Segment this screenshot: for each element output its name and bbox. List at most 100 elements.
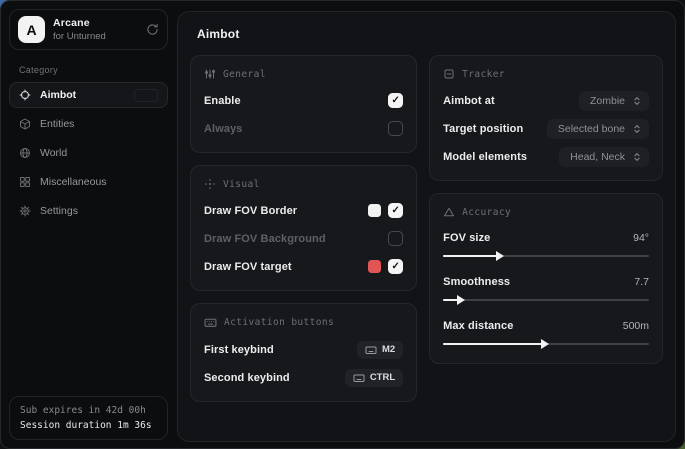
smoothness-value: 7.7 [634, 276, 649, 288]
gear-icon [19, 205, 31, 217]
card-title: General [223, 69, 266, 80]
setting-row-first-keybind: First keybind M2 [204, 339, 403, 360]
sidebar: A Arcane for Unturned Category Aimbot [1, 1, 176, 448]
first-keybind-button[interactable]: M2 [357, 341, 403, 359]
app-subtitle: for Unturned [53, 31, 106, 42]
setting-label: Target position [443, 123, 523, 135]
main-panel: Aimbot General Enable [177, 11, 676, 442]
fov-background-checkbox[interactable] [388, 231, 403, 246]
setting-row-fov-target: Draw FOV target [204, 256, 403, 277]
setting-label: Model elements [443, 151, 527, 163]
scan-icon [443, 68, 455, 80]
sidebar-item-aimbot[interactable]: Aimbot [9, 82, 168, 108]
sidebar-item-miscellaneous[interactable]: Miscellaneous [9, 169, 168, 195]
setting-row-fov-border: Draw FOV Border [204, 200, 403, 221]
model-elements-dropdown[interactable]: Head, Neck [559, 147, 649, 167]
fov-border-color-swatch[interactable] [368, 204, 381, 217]
setting-row-aimbot-at: Aimbot at Zombie [443, 90, 649, 111]
category-label: Category [19, 65, 158, 75]
chevrons-up-down-icon [632, 96, 642, 106]
triangle-icon [443, 206, 455, 218]
sub-expiry-text: Sub expires in 42d 00h [20, 405, 157, 416]
setting-label: FOV size [443, 232, 490, 244]
sidebar-item-label: Settings [40, 205, 78, 217]
app-header: A Arcane for Unturned [9, 9, 168, 50]
card-title: Activation buttons [224, 317, 334, 328]
setting-row-second-keybind: Second keybind CTRL [204, 367, 403, 388]
setting-row-fov-background: Draw FOV Background [204, 228, 403, 249]
right-column: Tracker Aimbot at Zombie [429, 55, 663, 364]
keybind-hint-badge [134, 89, 158, 102]
setting-label: Aimbot at [443, 95, 495, 107]
card-title: Accuracy [462, 207, 511, 218]
always-checkbox[interactable] [388, 121, 403, 136]
max-distance-value: 500m [623, 320, 649, 332]
general-card: General Enable Always [190, 55, 417, 153]
general-card-header: General [204, 68, 403, 80]
subscription-info: Sub expires in 42d 00h Session duration … [9, 396, 168, 440]
chevrons-up-down-icon [632, 152, 642, 162]
setting-row-always: Always [204, 118, 403, 139]
target-position-dropdown[interactable]: Selected bone [547, 119, 649, 139]
crosshair-icon [19, 89, 31, 101]
second-keybind-button[interactable]: CTRL [345, 369, 403, 387]
setting-label: Max distance [443, 320, 513, 332]
sidebar-item-label: Entities [40, 118, 74, 130]
card-title: Visual [223, 179, 260, 190]
cube-icon [19, 118, 31, 130]
sidebar-nav: Aimbot Entities World Miscellaneous [9, 82, 168, 224]
refresh-icon[interactable] [146, 23, 159, 36]
activation-card: Activation buttons First keybind M2 [190, 303, 417, 402]
dropdown-value: Zombie [590, 95, 625, 107]
keyboard-icon [204, 316, 217, 329]
chevrons-up-down-icon [632, 124, 642, 134]
sidebar-item-settings[interactable]: Settings [9, 198, 168, 224]
fov-size-slider[interactable] [443, 250, 649, 262]
keyboard-icon [353, 372, 365, 384]
sidebar-item-entities[interactable]: Entities [9, 111, 168, 137]
keybind-value: CTRL [370, 372, 395, 383]
slider-thumb[interactable] [457, 295, 465, 305]
cards-layout: General Enable Always [190, 55, 663, 402]
fov-target-checkbox[interactable] [388, 259, 403, 274]
setting-label: Draw FOV Border [204, 205, 297, 217]
slider-fill [443, 255, 497, 257]
setting-row-model-elements: Model elements Head, Neck [443, 146, 649, 167]
globe-icon [19, 147, 31, 159]
setting-label: Enable [204, 95, 241, 107]
smoothness-slider[interactable] [443, 294, 649, 306]
keybind-value: M2 [382, 344, 395, 355]
sidebar-item-label: World [40, 147, 67, 159]
sliders-icon [204, 68, 216, 80]
app-logo: A [18, 16, 45, 43]
slider-thumb[interactable] [496, 251, 504, 261]
setting-label: Draw FOV target [204, 261, 292, 273]
card-title: Tracker [462, 69, 505, 80]
setting-label: Always [204, 123, 243, 135]
fov-size-value: 94° [633, 232, 649, 244]
sparkle-icon [204, 178, 216, 190]
slider-fill [443, 343, 542, 345]
setting-label: Draw FOV Background [204, 233, 326, 245]
sidebar-item-label: Aimbot [40, 89, 76, 101]
app-title-block: Arcane for Unturned [53, 17, 106, 42]
fov-border-checkbox[interactable] [388, 203, 403, 218]
setting-row-target-position: Target position Selected bone [443, 118, 649, 139]
slider-thumb[interactable] [541, 339, 549, 349]
aimbot-at-dropdown[interactable]: Zombie [579, 91, 649, 111]
page-title: Aimbot [197, 27, 663, 41]
accuracy-card-header: Accuracy [443, 206, 649, 218]
fov-target-color-swatch[interactable] [368, 260, 381, 273]
sidebar-item-label: Miscellaneous [40, 176, 107, 188]
setting-label: Smoothness [443, 276, 510, 288]
slider-row-smoothness: Smoothness 7.7 [443, 273, 649, 306]
enable-checkbox[interactable] [388, 93, 403, 108]
visual-card: Visual Draw FOV Border Draw FOV Backgrou… [190, 165, 417, 291]
max-distance-slider[interactable] [443, 338, 649, 350]
app-window: A Arcane for Unturned Category Aimbot [0, 0, 685, 449]
dropdown-value: Selected bone [558, 123, 625, 135]
keyboard-icon [365, 344, 377, 356]
sidebar-item-world[interactable]: World [9, 140, 168, 166]
setting-row-enable: Enable [204, 90, 403, 111]
session-duration-text: Session duration 1m 36s [20, 420, 157, 431]
